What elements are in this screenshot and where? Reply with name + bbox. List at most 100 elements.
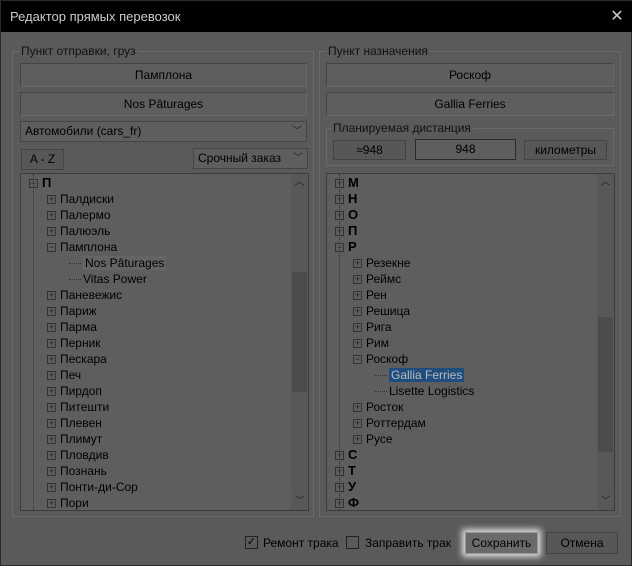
tree-connector	[375, 391, 387, 393]
source-tree-scrollbar[interactable]: ︿ ﹀	[291, 174, 308, 510]
tree-item[interactable]: + Решица	[353, 303, 410, 319]
tree-item[interactable]: + Рим	[353, 335, 389, 351]
approx-distance-button[interactable]: ≈948	[333, 140, 406, 160]
tree-item[interactable]: + Резекне	[353, 255, 410, 271]
scrollbar-thumb[interactable]	[598, 317, 613, 452]
tree-item-label: Резекне	[366, 256, 411, 270]
tree-item[interactable]: + Пескара	[47, 351, 107, 367]
expand-icon[interactable]: +	[47, 355, 56, 365]
destination-tree-scrollbar[interactable]: ︿ ﹀	[597, 174, 614, 510]
tree-item[interactable]: + Рига	[353, 319, 392, 335]
expand-icon[interactable]: +	[353, 307, 362, 317]
expand-icon[interactable]: +	[47, 435, 56, 445]
tree-item[interactable]: + Плевен	[47, 415, 102, 431]
tree-item[interactable]: Lisette Logistics	[375, 383, 474, 399]
save-button[interactable]: Сохранить	[465, 532, 538, 554]
tree-item[interactable]: + Печ	[47, 367, 81, 383]
dialog-window: Редактор прямых перевозок ✕ Пункт отправ…	[0, 0, 632, 566]
tree-item[interactable]: + Пори	[47, 495, 89, 510]
sort-az-button[interactable]: A - Z	[21, 149, 64, 170]
tree-item[interactable]: + Палюэль	[47, 223, 110, 239]
close-icon[interactable]: ✕	[601, 1, 632, 32]
refuel-checkbox[interactable]	[346, 536, 359, 549]
tree-item[interactable]: + Понти-ди-Сор	[47, 479, 138, 495]
tree-item[interactable]: + Реймс	[353, 271, 401, 287]
tree-item[interactable]: + Паневежис	[47, 287, 122, 303]
tree-item-label: Памплона	[60, 240, 118, 254]
expand-icon[interactable]: +	[47, 323, 56, 333]
expand-icon[interactable]: +	[47, 499, 56, 509]
tree-item-label: Парма	[60, 320, 97, 334]
tree-item[interactable]: − Роскоф	[353, 351, 408, 367]
expand-icon[interactable]: +	[47, 371, 56, 381]
distance-input[interactable]: 948	[415, 139, 516, 160]
expand-icon[interactable]: +	[353, 419, 362, 429]
tree-item[interactable]: + Пловдив	[47, 447, 109, 463]
expand-icon[interactable]: +	[353, 259, 362, 269]
tree-item[interactable]: + Палермо	[47, 207, 111, 223]
expand-icon[interactable]: +	[47, 195, 56, 205]
tree-item[interactable]: + Париж	[47, 303, 97, 319]
tree-item[interactable]: + Перник	[47, 335, 101, 351]
tree-item[interactable]: + Росток	[353, 399, 403, 415]
expand-icon[interactable]: +	[353, 323, 362, 333]
expand-icon[interactable]: +	[47, 211, 56, 221]
tree-item[interactable]: + Познань	[47, 463, 107, 479]
expand-icon[interactable]: +	[47, 291, 56, 301]
chevron-down-icon[interactable]: ﹀	[597, 493, 614, 510]
tree-item[interactable]: + Парма	[47, 319, 97, 335]
chevron-down-icon: ﹀	[292, 126, 302, 137]
tree-item-label: Пескара	[60, 352, 107, 366]
expand-icon[interactable]: +	[47, 419, 56, 429]
tree-item[interactable]: Gallia Ferries	[375, 367, 465, 383]
source-tree[interactable]: ︿ ﹀ − П + Палдиски + Палермо + Палюэль − Памплона N…	[20, 173, 309, 511]
tree-item-label: Перник	[60, 336, 101, 350]
collapse-icon[interactable]: −	[47, 243, 56, 253]
source-company-field[interactable]: Nos Pâturages	[20, 92, 307, 116]
chevron-up-icon[interactable]: ︿	[291, 174, 308, 191]
expand-icon[interactable]: +	[47, 339, 56, 349]
tree-item[interactable]: + Русе	[353, 431, 393, 447]
job-type-select[interactable]: Срочный заказ ﹀	[193, 148, 308, 169]
tree-item[interactable]: Nos Pâturages	[69, 255, 167, 271]
destination-tree[interactable]: ︿ ﹀ + М + Н + О + П − Р + Резекне + Реймс + Рен + Решица + Р…	[326, 173, 615, 511]
destination-company-field[interactable]: Gallia Ferries	[326, 92, 614, 116]
tree-item[interactable]: + Питешти	[47, 399, 109, 415]
tree-item[interactable]: + Пирдоп	[47, 383, 102, 399]
collapse-icon[interactable]: −	[353, 355, 362, 365]
expand-icon[interactable]: +	[47, 387, 56, 397]
tree-item[interactable]: + Плимут	[47, 431, 102, 447]
distance-unit-button[interactable]: километры	[524, 140, 607, 160]
title-bar: Редактор прямых перевозок ✕	[1, 1, 632, 32]
expand-icon[interactable]: +	[47, 227, 56, 237]
tree-item[interactable]: + Палдиски	[47, 191, 114, 207]
expand-icon[interactable]: +	[353, 403, 362, 413]
expand-icon[interactable]: +	[353, 435, 362, 445]
tree-item-label: П	[348, 223, 358, 238]
chevron-up-icon[interactable]: ︿	[597, 174, 614, 191]
tree-item[interactable]: + Роттердам	[353, 415, 426, 431]
repair-checkbox[interactable]: ✓	[245, 536, 258, 549]
expand-icon[interactable]: +	[353, 291, 362, 301]
expand-icon[interactable]: +	[353, 275, 362, 285]
expand-icon[interactable]: +	[47, 483, 56, 493]
cargo-select[interactable]: Автомобили (cars_fr) ﹀	[20, 121, 307, 142]
expand-icon[interactable]: +	[353, 339, 362, 349]
tree-item-label: Рен	[366, 288, 387, 302]
source-city-field[interactable]: Памплона	[20, 63, 307, 87]
tree-item[interactable]: Vitas Power	[69, 271, 147, 287]
tree-item[interactable]: − Памплона	[47, 239, 117, 255]
chevron-down-icon[interactable]: ﹀	[291, 493, 308, 510]
expand-icon[interactable]: +	[47, 307, 56, 317]
cancel-button[interactable]: Отмена	[546, 532, 618, 554]
expand-icon[interactable]: +	[47, 403, 56, 413]
destination-city-field[interactable]: Роскоф	[326, 63, 614, 87]
scrollbar-thumb[interactable]	[292, 272, 307, 392]
tree-item-label: Плимут	[60, 432, 103, 446]
tree-item-label: Печ	[60, 368, 82, 382]
tree-item-label: Р	[348, 239, 357, 254]
job-type-value: Срочный заказ	[198, 151, 282, 165]
tree-item[interactable]: + Рен	[353, 287, 387, 303]
expand-icon[interactable]: +	[47, 451, 56, 461]
expand-icon[interactable]: +	[47, 467, 56, 477]
